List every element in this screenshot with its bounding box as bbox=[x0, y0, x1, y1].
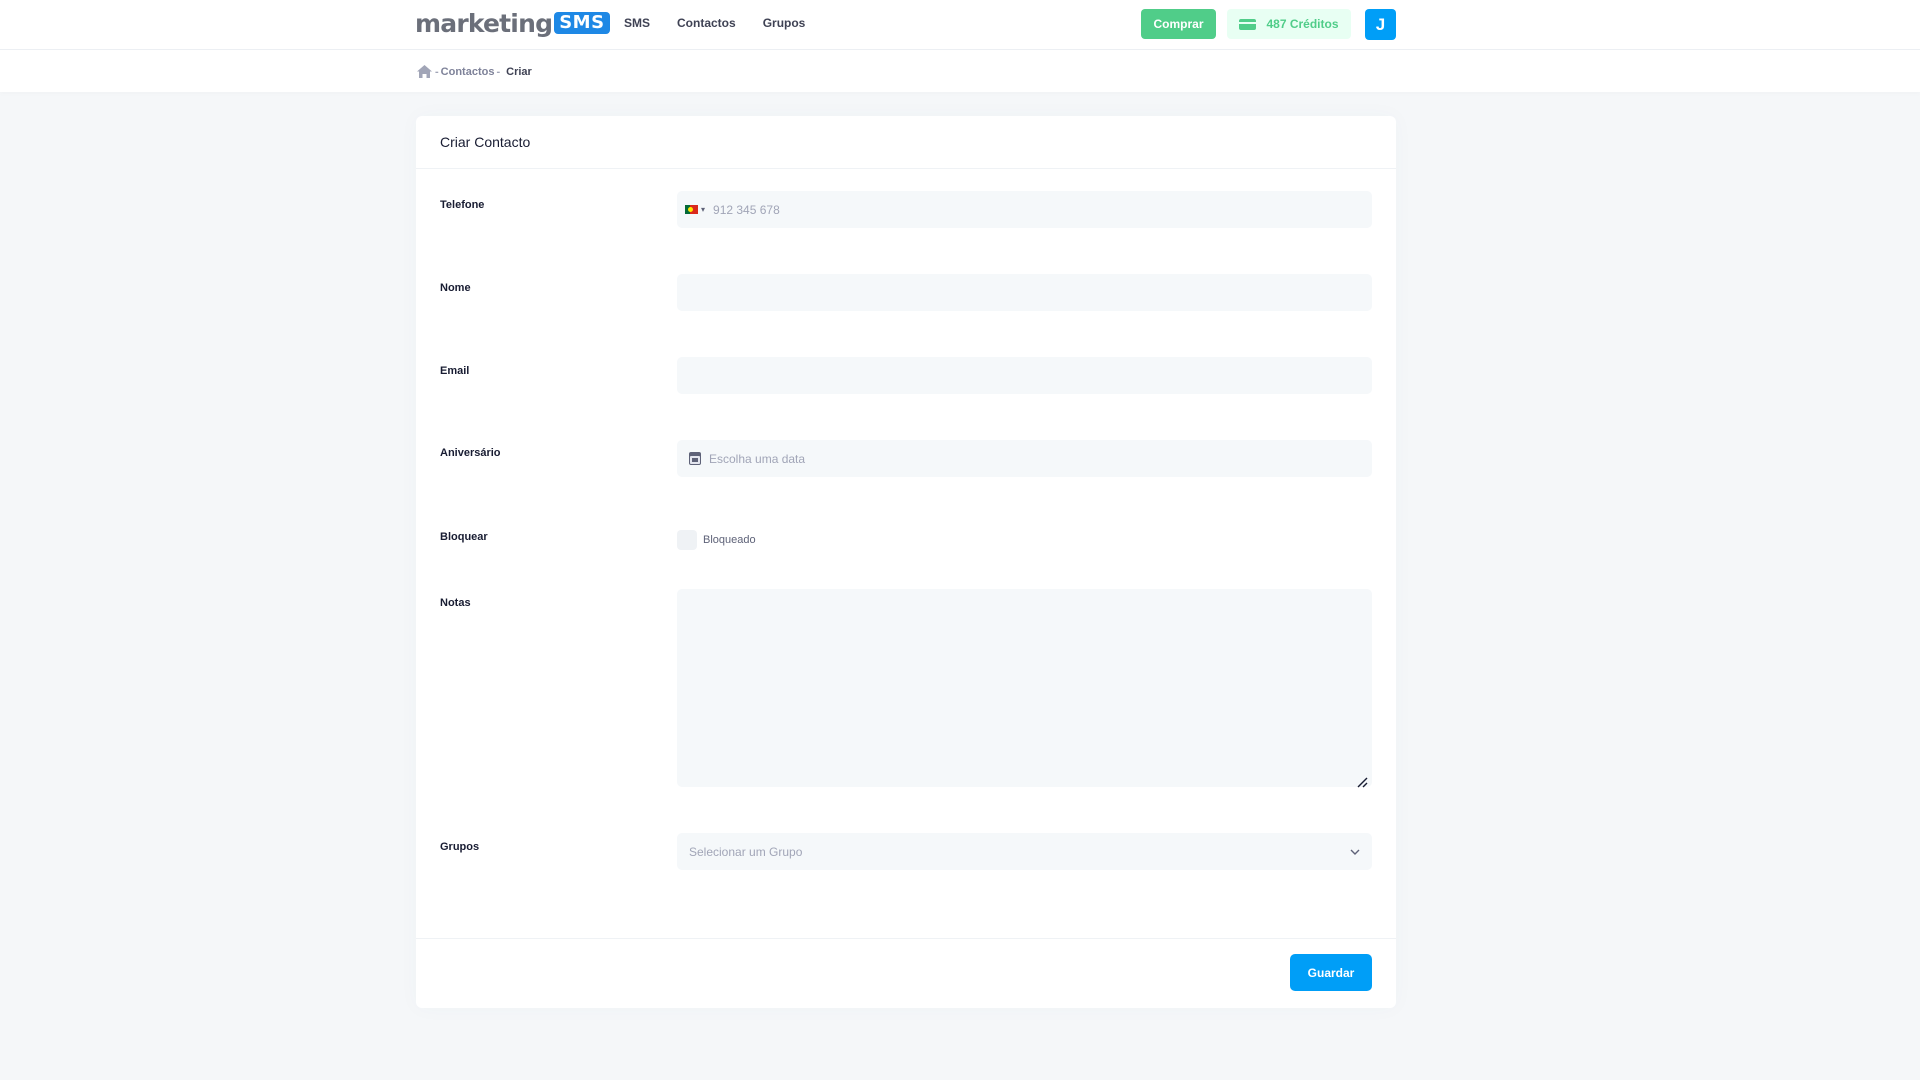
country-dropdown-arrow[interactable]: ▾ bbox=[701, 205, 705, 214]
block-label: Bloquear bbox=[440, 531, 488, 543]
breadcrumb-current: Criar bbox=[506, 65, 532, 78]
nav-item-contactos[interactable]: Contactos bbox=[677, 15, 736, 31]
blocked-checkbox-label[interactable]: Bloqueado bbox=[703, 534, 756, 546]
page-title: Criar Contacto bbox=[440, 134, 531, 150]
email-label: Email bbox=[440, 365, 470, 377]
create-contact-card: Criar Contacto Telefone ▾ Nome Email Ani… bbox=[416, 116, 1396, 1008]
card-footer: Guardar bbox=[416, 938, 1396, 1008]
name-input[interactable] bbox=[677, 274, 1372, 311]
top-navbar: marketing SMS SMS Contactos Grupos Compr… bbox=[0, 0, 1920, 50]
nav-item-sms[interactable]: SMS bbox=[624, 15, 650, 31]
calendar-icon[interactable] bbox=[689, 452, 701, 465]
logo-text: marketing bbox=[415, 8, 553, 38]
birthday-input[interactable] bbox=[709, 440, 1309, 477]
blocked-checkbox[interactable] bbox=[677, 530, 697, 550]
notes-label: Notas bbox=[440, 597, 471, 609]
groups-select-value: Selecionar um Grupo bbox=[689, 844, 803, 859]
breadcrumb-separator: - bbox=[496, 65, 501, 78]
portugal-flag-icon[interactable] bbox=[685, 205, 698, 214]
user-avatar[interactable]: J bbox=[1365, 9, 1396, 40]
birthday-label: Aniversário bbox=[440, 447, 501, 459]
chevron-down-icon bbox=[1350, 849, 1360, 855]
nav-item-grupos[interactable]: Grupos bbox=[763, 15, 806, 31]
email-input[interactable] bbox=[677, 357, 1372, 394]
groups-select[interactable]: Selecionar um Grupo bbox=[677, 833, 1372, 870]
breadcrumb-separator: - bbox=[435, 65, 439, 78]
breadcrumb: - Contactos - Criar bbox=[416, 64, 532, 79]
card-header: Criar Contacto bbox=[416, 116, 1396, 169]
credit-card-icon bbox=[1239, 18, 1257, 30]
notes-textarea[interactable] bbox=[677, 589, 1372, 787]
name-label: Nome bbox=[440, 282, 471, 294]
home-icon[interactable] bbox=[416, 64, 433, 79]
logo[interactable]: marketing SMS bbox=[415, 8, 610, 38]
resize-handle-icon[interactable] bbox=[1356, 775, 1368, 788]
buy-button[interactable]: Comprar bbox=[1141, 9, 1216, 39]
groups-label: Grupos bbox=[440, 841, 480, 853]
breadcrumb-contactos[interactable]: Contactos bbox=[441, 66, 495, 78]
save-button[interactable]: Guardar bbox=[1290, 954, 1372, 991]
phone-label: Telefone bbox=[440, 199, 485, 211]
breadcrumb-bar: - Contactos - Criar bbox=[0, 50, 1920, 92]
birthday-field bbox=[677, 440, 1372, 477]
credits-label: 487 Créditos bbox=[1266, 17, 1339, 31]
main-nav: SMS Contactos Grupos bbox=[624, 15, 832, 31]
block-checkbox-group: Bloqueado bbox=[677, 530, 756, 550]
phone-input[interactable] bbox=[713, 191, 1314, 228]
credits-badge[interactable]: 487 Créditos bbox=[1227, 9, 1351, 39]
logo-badge: SMS bbox=[554, 12, 610, 34]
phone-field: ▾ bbox=[677, 191, 1372, 228]
